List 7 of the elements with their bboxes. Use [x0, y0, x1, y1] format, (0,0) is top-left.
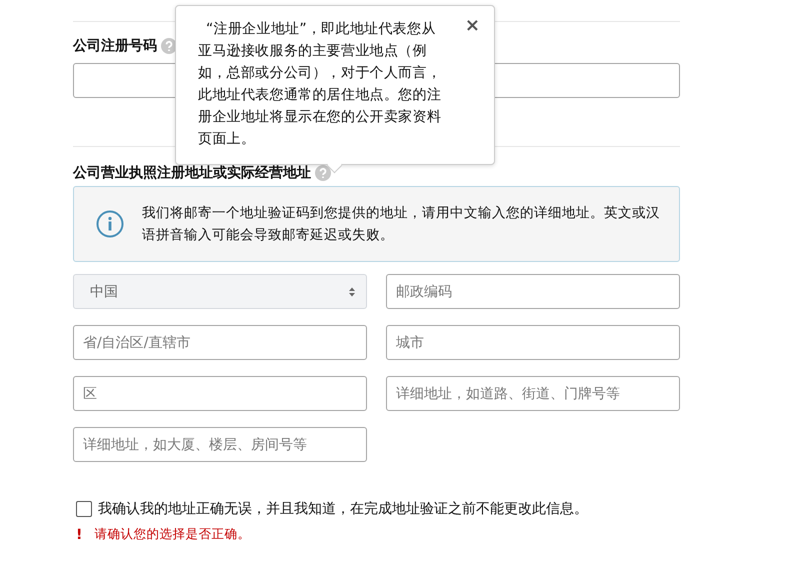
notice-text: 我们将邮寄一个地址验证码到您提供的地址，请用中文输入您的详细地址。英文或汉语拼音输入可能会导致邮寄延迟或失败。: [142, 204, 661, 245]
confirm-label: 我确认我的地址正确无误，并且我知道，在完成地址验证之前不能更改此信息。: [98, 500, 588, 518]
error-message: 请确认您的选择是否正确。: [94, 526, 250, 543]
field-label: 公司注册号码: [73, 37, 157, 55]
error-icon: !: [76, 526, 82, 542]
tooltip-text: “注册企业地址”，即此地址代表您从亚马逊接收服务的主要营业地点（例如，总部或分公司），对于个人而言，此地址代表您通常的居住地点。您的注册企业地址将显示在您的公开卖家资料页面上。: [198, 20, 442, 149]
field-label: 公司营业执照注册地址或实际经营地址: [73, 164, 311, 182]
